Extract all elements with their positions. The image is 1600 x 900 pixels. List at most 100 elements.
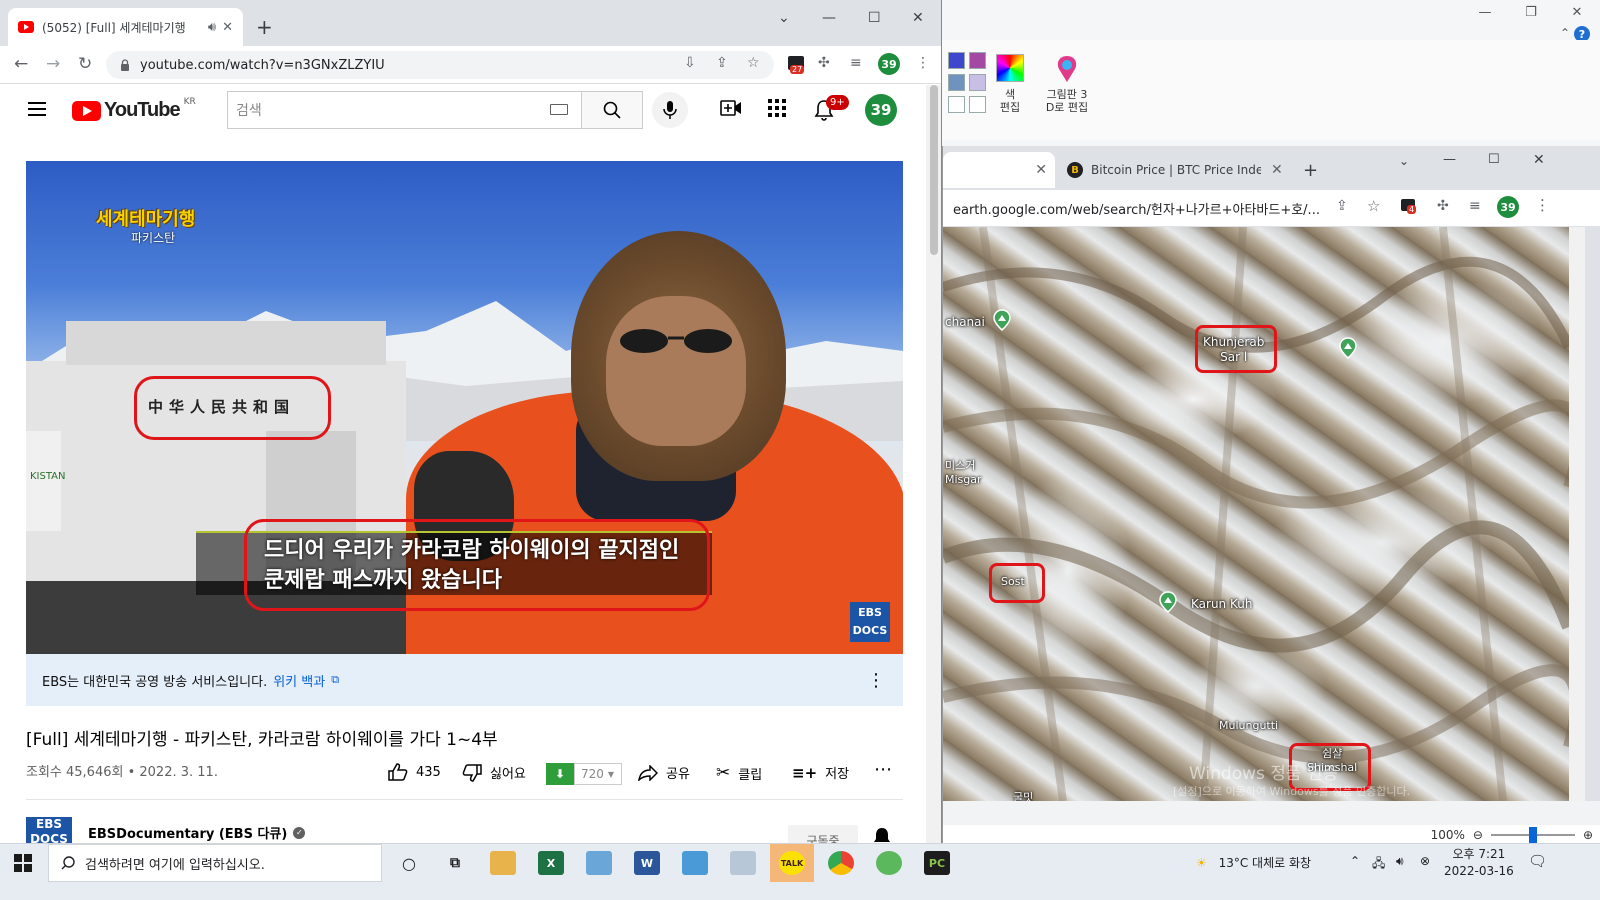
tab-google-earth[interactable]: ✕ (943, 152, 1055, 188)
app-icon[interactable] (586, 851, 612, 875)
map-label-karun-kuh[interactable]: Karun Kuh (1191, 597, 1252, 611)
zoom-slider[interactable] (1490, 827, 1575, 843)
close-icon[interactable]: ✕ (222, 20, 233, 35)
clip-button[interactable]: ✂ 클립 (716, 763, 762, 783)
map-pin-icon[interactable] (993, 309, 1011, 331)
url-omnibox[interactable]: youtube.com/watch?v=n3GNxZLZYIU (106, 51, 774, 79)
tab-search-icon[interactable]: ⌄ (778, 10, 790, 26)
reload-icon[interactable]: ↻ (78, 54, 92, 74)
youtube-logo[interactable]: YouTube KR (72, 97, 196, 122)
tab-youtube[interactable]: (5052) [Full] 세계테마기행 🔊︎ ✕ (8, 8, 243, 46)
search-input[interactable]: 검색 (227, 91, 581, 129)
ime-icon[interactable]: ⊗ (1420, 854, 1430, 868)
notification-center-icon[interactable]: 🗨︎ (1528, 852, 1547, 870)
color-swatch[interactable] (969, 96, 986, 113)
forward-icon[interactable]: → (46, 54, 60, 74)
task-view-icon[interactable]: ⧉ (442, 851, 468, 875)
kakaotalk-icon[interactable]: TALK (779, 851, 805, 875)
back-icon[interactable]: ← (14, 54, 28, 74)
tab-search-icon[interactable]: ⌄ (1399, 154, 1409, 168)
edit-colors-icon[interactable] (996, 54, 1024, 82)
minimize-icon[interactable]: — (1462, 0, 1508, 24)
search-button[interactable] (581, 91, 643, 129)
zoom-in-icon[interactable]: ⊕ (1583, 828, 1593, 842)
bookmark-star-icon[interactable]: ☆ (747, 55, 760, 71)
zoom-out-icon[interactable]: ⊖ (1473, 828, 1483, 842)
tray-expand-icon[interactable]: ⌃ (1350, 854, 1360, 868)
network-icon[interactable]: 🖧︎ (1372, 854, 1385, 875)
map-label-chanai[interactable]: chanai (945, 315, 985, 329)
puzzle-icon[interactable]: ✣ (818, 55, 830, 71)
bookmark-star-icon[interactable]: ☆ (1367, 197, 1380, 215)
download-quality[interactable]: 720 ▼ (574, 763, 622, 785)
new-tab-icon[interactable]: + (1303, 160, 1318, 181)
menu-icon[interactable]: ⋮ (1535, 196, 1550, 214)
clock[interactable]: 오후 7:21 2022-03-16 (1444, 846, 1514, 880)
satellite-map[interactable]: chanai Khunjerab Sar l 미스거 Misgar Sost K… (943, 227, 1569, 801)
channel-name-link[interactable]: EBSDocumentary (EBS 다큐) ✓ (88, 823, 306, 842)
paint3d-icon[interactable] (1054, 54, 1080, 84)
account-avatar[interactable]: 39 (865, 94, 897, 126)
apps-grid-icon[interactable] (768, 99, 786, 117)
chrome-icon[interactable] (828, 851, 854, 875)
reading-list-icon[interactable]: ≡ (1469, 198, 1481, 214)
more-options-icon[interactable]: ⋮ (867, 670, 885, 691)
maximize-icon[interactable]: ☐ (1488, 152, 1500, 167)
maximize-icon[interactable]: ☐ (868, 10, 881, 26)
install-app-icon[interactable]: ⇩ (684, 55, 696, 71)
wikipedia-link[interactable]: 위키 백과 (273, 671, 325, 690)
restore-icon[interactable]: ❐ (1508, 0, 1554, 24)
earth-vertical-scrollbar[interactable] (1569, 227, 1585, 801)
color-swatch[interactable] (969, 74, 986, 91)
minimize-icon[interactable]: — (1443, 152, 1456, 167)
excel-icon[interactable]: X (538, 851, 564, 875)
share-icon[interactable]: ⇪ (716, 55, 728, 71)
close-icon[interactable]: ✕ (912, 10, 924, 26)
extension-icon[interactable]: 27 (788, 56, 805, 74)
collapse-ribbon-icon[interactable]: ⌃ (1560, 26, 1570, 40)
video-player[interactable]: KISTAN 中华人民共和国 세계테마기행 파키스탄 드디어 우리가 카라코람 … (26, 161, 903, 654)
earth-horizontal-scrollbar[interactable] (943, 801, 1600, 825)
puzzle-icon[interactable]: ✣ (1437, 198, 1449, 214)
profile-avatar[interactable]: 39 (878, 53, 900, 75)
create-video-icon[interactable] (720, 99, 742, 117)
earth-url[interactable]: earth.google.com/web/search/헌자+나가르+아타바드+… (953, 199, 1328, 218)
close-icon[interactable]: ✕ (1035, 162, 1047, 178)
reading-list-icon[interactable]: ≡ (850, 55, 862, 71)
map-label-gulmit[interactable]: 굴밋 (1013, 789, 1033, 801)
color-swatch[interactable] (948, 96, 965, 113)
paint-icon[interactable] (730, 851, 756, 875)
close-icon[interactable]: ✕ (1533, 152, 1545, 168)
new-tab-icon[interactable]: + (256, 15, 273, 39)
word-icon[interactable]: W (634, 851, 660, 875)
sticky-notes-icon[interactable] (682, 851, 708, 875)
start-button-icon[interactable] (14, 854, 32, 872)
map-label-misgar[interactable]: 미스거 Misgar (945, 459, 982, 487)
line-icon[interactable] (876, 851, 902, 875)
tab-bitcoin[interactable]: B Bitcoin Price | BTC Price Index a ✕ (1063, 152, 1283, 188)
close-icon[interactable]: ✕ (1271, 162, 1283, 178)
map-pin-icon[interactable] (1339, 337, 1357, 359)
weather-widget[interactable]: ☀ 13°C 대체로 화창 (1196, 854, 1311, 871)
extension-icon[interactable]: 4 (1401, 199, 1417, 214)
share-button[interactable]: 공유 (638, 763, 690, 782)
hamburger-menu-icon[interactable] (28, 102, 46, 116)
color-swatch[interactable] (948, 52, 965, 69)
color-swatch[interactable] (969, 52, 986, 69)
color-swatch[interactable] (948, 74, 965, 91)
download-extension-button[interactable]: ⬇ 720 ▼ (546, 763, 622, 785)
menu-icon[interactable]: ⋮ (916, 55, 930, 71)
file-explorer-icon[interactable] (490, 851, 516, 875)
map-pin-icon[interactable] (1159, 591, 1177, 613)
lock-icon[interactable] (120, 59, 130, 71)
profile-avatar[interactable]: 39 (1497, 196, 1519, 218)
save-button[interactable]: ≡+ 저장 (792, 763, 849, 783)
zoom-slider-thumb[interactable] (1528, 827, 1537, 843)
edit-colors-label[interactable]: 색 편집 (994, 88, 1026, 114)
external-link-icon[interactable]: ⧉ (331, 673, 339, 687)
share-icon[interactable]: ⇪ (1336, 198, 1348, 214)
taskbar-search-input[interactable]: 검색하려면 여기에 입력하십시오. (48, 844, 382, 882)
minimize-icon[interactable]: — (822, 10, 836, 26)
page-vertical-scrollbar[interactable] (926, 85, 941, 860)
map-label-mulungutti[interactable]: Mulungutti (1219, 719, 1278, 732)
